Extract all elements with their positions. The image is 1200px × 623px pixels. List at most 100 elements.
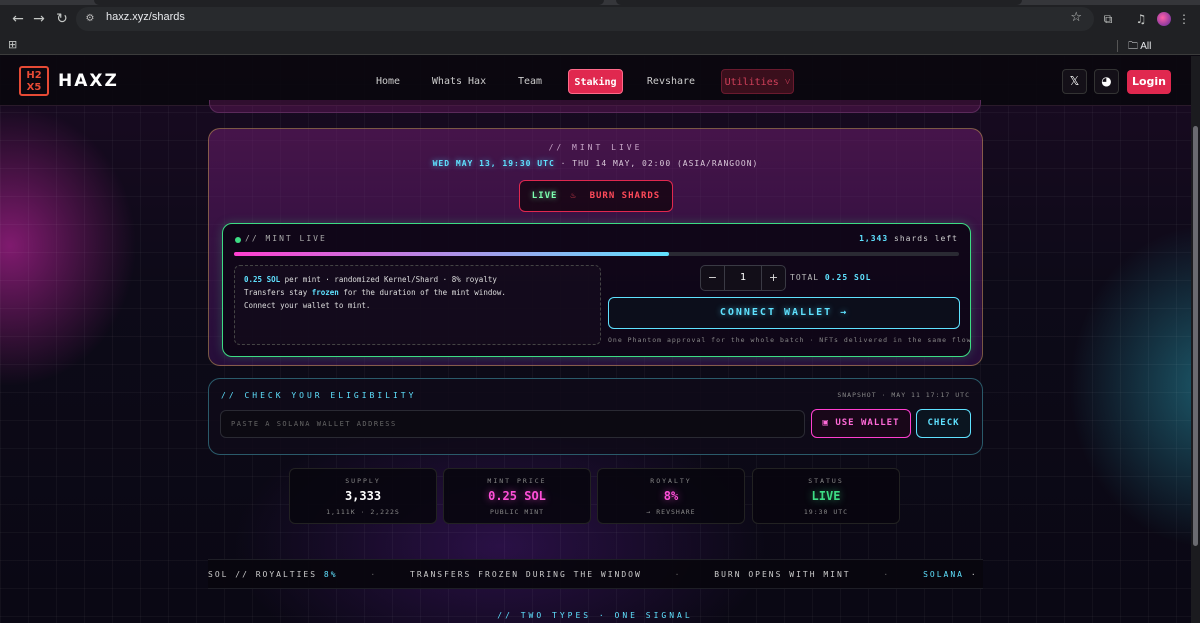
total-price: TOTAL 0.25 SOL [790,273,871,282]
eligibility-card: // CHECK YOUR ELIGIBILITY SNAPSHOT · MAY… [208,378,983,455]
use-wallet-button[interactable]: ▣ USE WALLET [811,409,911,438]
stat-value: 0.25 SOL [488,489,546,503]
decrement-button[interactable]: − [701,266,725,290]
apps-grid-icon[interactable]: ⊞ [8,38,17,51]
ticker-text: · NON-CUSTO [970,570,983,579]
nav-utilities-label: Utilities [724,77,779,88]
eligibility-title: // CHECK YOUR ELIGIBILITY [221,391,417,400]
media-icon[interactable]: ♫ [1132,10,1150,28]
nav-utilities-dropdown[interactable]: Utilities ˅ [721,69,794,94]
quantity-value[interactable]: 1 [725,266,761,290]
mint-status-label: // MINT LIVE [245,234,327,243]
extensions-icon[interactable]: ⧉ [1099,10,1117,28]
stat-sub: 1,111K · 2,222S [326,508,400,516]
total-value: 0.25 SOL [824,273,872,282]
snapshot-time: SNAPSHOT · MAY 11 17:17 UTC [837,391,970,399]
shards-left-suffix: shards left [894,234,958,243]
nav-home[interactable]: Home [368,69,408,94]
stat-supply: SUPPLY 3,333 1,111K · 2,222S [289,468,437,524]
mint-progress-track [234,252,959,256]
info-line-2-pre: Transfers stay [244,288,308,297]
ticker-item: TRANSFERS FROZEN DURING THE WINDOW [410,570,642,579]
mint-card: // MINT LIVE WED MAY 13, 19:30 UTC · THU… [208,128,983,366]
browser-tab[interactable] [616,0,1022,5]
quantity-stepper: − 1 + [700,265,786,291]
check-button[interactable]: CHECK [916,409,971,438]
page-scrollbar[interactable] [1191,56,1200,623]
use-wallet-label: USE WALLET [835,418,900,428]
address-bar[interactable]: ⚙ haxz.xyz/shards ☆ [76,7,1094,31]
x-twitter-icon[interactable]: 𝕏 [1062,69,1087,94]
mint-end-time: THU 14 MAY, 02:00 (ASIA/RANGOON) [572,159,759,168]
logo-text[interactable]: HAXZ [58,71,119,91]
wallet-icon: ▣ [822,418,829,428]
nav-revshare[interactable]: Revshare [645,69,697,94]
nav-team[interactable]: Team [510,69,550,94]
info-line-2-post: for the duration of the mint window. [343,288,506,297]
login-button[interactable]: Login [1127,70,1171,94]
live-label: LIVE [531,191,558,201]
connect-wallet-button[interactable]: CONNECT WALLET → [608,297,960,329]
stat-value: 3,333 [344,489,382,503]
fire-icon: ♨ [570,191,577,201]
mint-window: WED MAY 13, 19:30 UTC · THU 14 MAY, 02:0… [209,159,982,168]
stat-status: STATUS LIVE 19:30 UTC [752,468,900,524]
browser-toolbar: ← → ↻ ⚙ haxz.xyz/shards ☆ ⧉ ♫ ⋮ [0,0,1200,37]
mint-info-box: 0.25 SOL per mint · randomized Kernel/Sh… [234,265,601,345]
site-header: H2 X5 HAXZ Home Whats Hax Team Staking Re… [0,56,1200,106]
shards-left: 1,343 shards left [859,234,958,243]
ticker-text: SOL // ROYALTIES [208,570,318,579]
stat-label: SUPPLY [345,477,381,485]
stat-sub: PUBLIC MINT [489,508,545,516]
nav-staking[interactable]: Staking [568,69,623,94]
mint-kicker: // MINT LIVE [548,143,643,152]
back-icon[interactable]: ← [8,9,28,29]
stat-mint-price: MINT PRICE 0.25 SOL PUBLIC MINT [443,468,591,524]
chevron-down-icon: ˅ [784,77,791,88]
phantom-note: One Phantom approval for the whole batch… [608,336,972,344]
bookmark-star-icon[interactable]: ☆ [1070,10,1082,25]
info-line-2: Transfers stay frozen for the duration o… [244,286,591,299]
total-label: TOTAL [790,273,820,282]
info-line-1: 0.25 SOL per mint · randomized Kernel/Sh… [244,273,591,286]
stat-label: MINT PRICE [487,477,547,485]
page-viewport: H2 X5 HAXZ Home Whats Hax Team Staking Re… [0,56,1200,623]
burn-shards-button[interactable]: LIVE ♨ BURN SHARDS [519,180,673,212]
shards-left-count: 1,343 [859,234,889,243]
browser-tab[interactable] [94,0,604,5]
live-status-dot [235,237,241,243]
ticker-highlight: 8% [323,570,338,579]
info-line-3: Connect your wallet to mint. [244,301,371,310]
nav-whats-hax[interactable]: Whats Hax [430,69,488,94]
mint-progress-fill [234,252,669,256]
stat-value: LIVE [811,489,841,503]
ticker-separator: · [674,570,682,579]
wallet-address-input[interactable] [220,410,805,438]
increment-button[interactable]: + [761,266,785,290]
mint-time-separator: · [560,159,567,168]
bookmarks-bar: ⊞ 🗀 All Bookmarks [0,37,1200,67]
bookmarks-separator [1117,40,1118,52]
site-info-icon[interactable]: ⚙ [82,11,98,27]
url-text: haxz.xyz/shards [106,11,185,23]
info-line-1-rest: per mint · randomized Kernel/Shard · 8% … [284,275,497,284]
stat-label: STATUS [808,477,844,485]
ticker-separator: · [883,570,891,579]
mint-start-time: WED MAY 13, 19:30 UTC [432,159,555,168]
tab-strip [0,0,1200,5]
ticker-highlight: SOLANA [923,570,964,579]
ticker-item: SOLANA · NON-CUSTO [923,560,983,588]
haxz-logo-icon[interactable]: H2 X5 [19,66,49,96]
profile-avatar[interactable] [1157,12,1171,26]
menu-kebab-icon[interactable]: ⋮ [1175,10,1193,28]
stat-sub: → REVSHARE [646,508,696,516]
ticker-item: BURN OPENS WITH MINT [714,570,851,579]
forward-icon[interactable]: → [29,9,49,29]
section-kicker: // TWO TYPES · ONE SIGNAL [497,611,693,620]
stat-label: ROYALTY [650,477,692,485]
reload-icon[interactable]: ↻ [52,9,72,29]
discord-icon[interactable]: ◕ [1094,69,1119,94]
info-frozen: frozen [311,288,339,297]
scroll-thumb[interactable] [1193,126,1198,546]
ticker-separator: · [370,570,378,579]
